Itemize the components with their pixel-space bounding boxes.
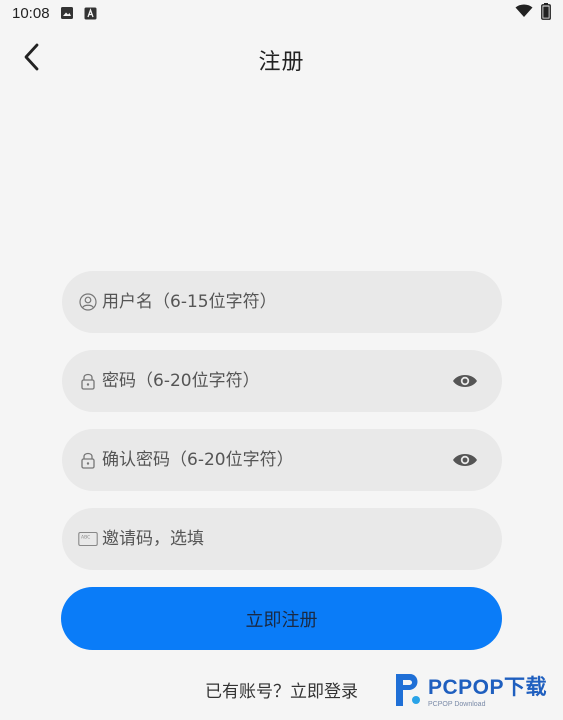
status-bar: 10:08 [0,0,563,26]
app-notification-icon [84,7,97,20]
watermark-brand: PCPOP下载 [428,675,548,699]
confirm-password-input[interactable] [102,429,450,491]
pcpop-logo-icon [390,670,424,714]
password-input[interactable] [102,350,450,412]
password-field[interactable] [62,350,502,412]
user-circle-icon [78,292,98,312]
confirm-password-field[interactable] [62,429,502,491]
wifi-icon [515,4,533,22]
svg-text:ABC: ABC [81,535,90,541]
invite-code-input[interactable] [102,508,486,570]
invite-code-field[interactable]: ABC [62,508,502,570]
username-field[interactable] [62,271,502,333]
battery-icon [541,2,551,24]
watermark-sub: PCPOP Download [428,700,486,708]
image-notification-icon [60,6,74,20]
lock-icon [78,450,98,470]
username-input[interactable] [102,271,486,333]
abc-card-icon: ABC [78,529,98,549]
pcpop-watermark: PCPOP下载 PCPOP Download [390,668,560,716]
status-time: 10:08 [12,4,50,22]
eye-icon[interactable] [450,445,480,475]
header: 注册 [0,34,563,82]
register-button[interactable]: 立即注册 [61,587,502,650]
eye-icon[interactable] [450,366,480,396]
page-title: 注册 [258,50,305,75]
lock-icon [78,371,98,391]
